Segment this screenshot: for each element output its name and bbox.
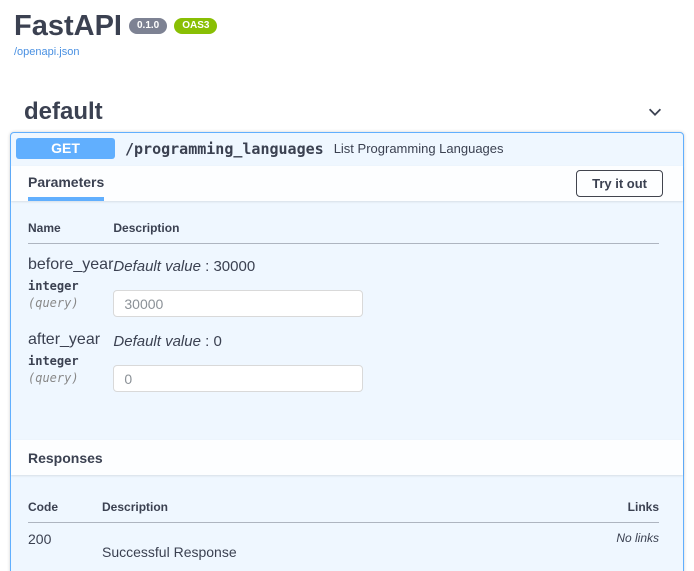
tab-parameters[interactable]: Parameters: [28, 166, 104, 201]
tag-section-default[interactable]: default: [24, 98, 664, 126]
parameter-default-text: Default value : 30000: [113, 258, 659, 275]
column-header-description: Description: [113, 221, 659, 244]
openapi-spec-link[interactable]: /openapi.json: [14, 46, 79, 58]
response-links: No links: [525, 531, 659, 545]
response-code: 200: [28, 531, 102, 547]
version-badge: 0.1.0: [129, 18, 167, 34]
column-header-links: Links: [525, 500, 659, 523]
http-method-badge: GET: [16, 138, 115, 159]
parameter-row: after_year integer (query) Default value…: [28, 317, 659, 392]
parameter-location: (query): [28, 296, 113, 310]
responses-section-label: Responses: [28, 450, 103, 466]
column-header-code: Code: [28, 500, 102, 523]
responses-table: Code Description Links 200 Successful Re…: [28, 500, 659, 560]
parameter-name: after_year: [28, 331, 113, 349]
parameter-row: before_year integer (query) Default valu…: [28, 244, 659, 318]
opblock-get: GET /programming_languages List Programm…: [10, 132, 684, 571]
responses-section-header: Responses: [11, 440, 683, 475]
endpoint-summary: List Programming Languages: [334, 141, 504, 156]
title-row: FastAPI 0.1.0 OAS3: [14, 10, 680, 42]
parameter-type: integer: [28, 279, 113, 293]
oas-badge: OAS3: [174, 18, 217, 34]
responses-table-container: Code Description Links 200 Successful Re…: [11, 475, 683, 571]
parameters-section-header: Parameters Try it out: [11, 166, 683, 201]
page-title: FastAPI: [14, 10, 122, 42]
parameter-input-after-year[interactable]: [113, 365, 363, 392]
column-header-description: Description: [102, 500, 525, 523]
parameter-input-before-year[interactable]: [113, 290, 363, 317]
tag-name: default: [24, 98, 103, 126]
response-description: Successful Response: [102, 544, 525, 560]
parameter-location: (query): [28, 371, 113, 385]
parameters-table-container: Name Description before_year integer (qu…: [11, 201, 683, 438]
chevron-down-icon: [646, 103, 664, 121]
try-it-out-button[interactable]: Try it out: [576, 170, 663, 197]
endpoint-path: /programming_languages: [125, 140, 324, 158]
parameter-type: integer: [28, 354, 113, 368]
parameter-name: before_year: [28, 256, 113, 274]
api-info-header: FastAPI 0.1.0 OAS3 /openapi.json: [0, 0, 694, 60]
parameters-table: Name Description before_year integer (qu…: [28, 221, 659, 392]
opblock-summary[interactable]: GET /programming_languages List Programm…: [11, 133, 683, 164]
column-header-name: Name: [28, 221, 113, 244]
parameter-default-text: Default value : 0: [113, 333, 659, 350]
response-row: 200 Successful Response No links: [28, 523, 659, 561]
